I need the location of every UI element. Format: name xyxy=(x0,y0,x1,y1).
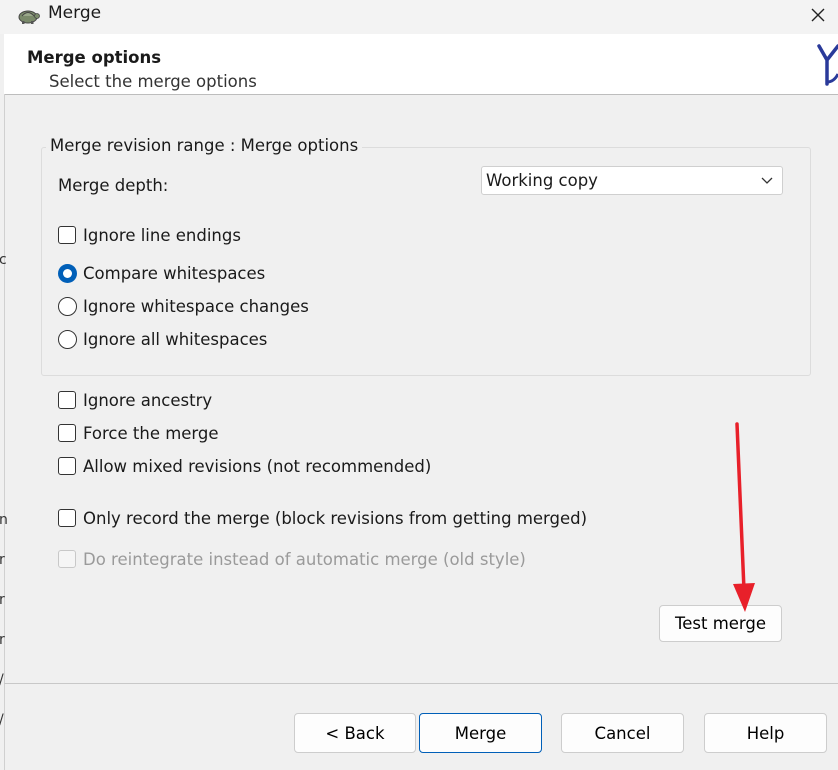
ignore-all-whitespaces-label: Ignore all whitespaces xyxy=(83,330,268,349)
wizard-header: Merge options Select the merge options xyxy=(4,34,838,95)
merge-button[interactable]: Merge xyxy=(419,713,542,753)
ignore-line-endings-checkbox[interactable] xyxy=(58,226,76,244)
groupbox-legend: Merge revision range : Merge options xyxy=(46,136,363,155)
background-window-edge: c n r r r / / xyxy=(0,94,8,770)
compare-whitespaces-label: Compare whitespaces xyxy=(83,264,266,283)
back-button[interactable]: < Back xyxy=(294,713,416,753)
tortoise-icon xyxy=(18,10,40,24)
close-button[interactable] xyxy=(798,0,838,30)
merge-depth-label: Merge depth: xyxy=(58,176,169,195)
tortoisesvn-logo-icon xyxy=(817,44,838,86)
page-subtitle: Select the merge options xyxy=(49,72,257,91)
chevron-down-icon xyxy=(761,177,773,184)
title-bar: Merge xyxy=(0,0,838,34)
allow-mixed-revisions-checkbox[interactable] xyxy=(58,457,76,475)
close-icon xyxy=(811,8,825,22)
compare-whitespaces-radio[interactable] xyxy=(58,264,77,283)
ignore-line-endings-label: Ignore line endings xyxy=(83,226,241,245)
force-merge-label: Force the merge xyxy=(83,424,219,443)
merge-depth-select[interactable]: Working copy xyxy=(481,166,783,195)
window-title: Merge xyxy=(48,3,102,23)
page-title: Merge options xyxy=(27,48,162,67)
cancel-button[interactable]: Cancel xyxy=(561,713,684,753)
reintegrate-checkbox[interactable] xyxy=(58,550,76,568)
ignore-all-whitespaces-radio[interactable] xyxy=(58,330,77,349)
ignore-ancestry-checkbox[interactable] xyxy=(58,391,76,409)
allow-mixed-revisions-label: Allow mixed revisions (not recommended) xyxy=(83,457,432,476)
only-record-merge-checkbox[interactable] xyxy=(58,509,76,527)
help-button[interactable]: Help xyxy=(704,713,827,753)
footer-separator xyxy=(4,683,838,684)
merge-depth-value: Working copy xyxy=(486,171,598,190)
ignore-whitespace-changes-label: Ignore whitespace changes xyxy=(83,297,309,316)
annotation-arrow-icon xyxy=(733,422,755,612)
force-merge-checkbox[interactable] xyxy=(58,424,76,442)
ignore-ancestry-label: Ignore ancestry xyxy=(83,391,213,410)
ignore-whitespace-changes-radio[interactable] xyxy=(58,297,77,316)
reintegrate-label: Do reintegrate instead of automatic merg… xyxy=(83,550,526,569)
only-record-merge-label: Only record the merge (block revisions f… xyxy=(83,509,588,528)
